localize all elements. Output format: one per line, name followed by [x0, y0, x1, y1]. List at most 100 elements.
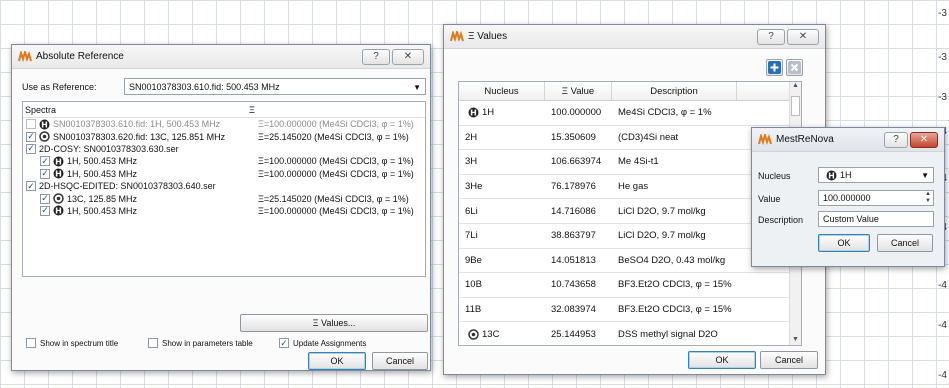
- spectrum-checkbox[interactable]: ✓: [40, 193, 50, 204]
- xi-values-rows: H 1H 100.000000 Me4Si CDCl3, φ = 1% 2H 15.350…: [459, 101, 801, 345]
- reference-select-value: SN0010378303.610.fid: 500.453 MHz: [129, 81, 280, 92]
- spectrum-checkbox[interactable]: ✓: [40, 205, 50, 216]
- help-button[interactable]: ?: [884, 131, 908, 148]
- help-button[interactable]: ?: [362, 48, 390, 65]
- close-button[interactable]: ✕: [392, 48, 424, 65]
- nucleus-cell[interactable]: 10B: [459, 279, 545, 290]
- spectrum-checkbox[interactable]: ✓: [26, 143, 36, 154]
- xi-value-cell[interactable]: 32.083974: [545, 304, 612, 315]
- xi-values-row[interactable]: 6Li 14.716086 LiCl D2O, 9.7 mol/kg: [459, 199, 801, 224]
- xi-values-row[interactable]: 13C 25.144953 DSS methyl signal D2O: [459, 322, 801, 345]
- spectra-tree-row[interactable]: ✓ H 1H, 500.453 MHz Ξ=100.000000 (Me4Si CDC…: [23, 168, 425, 180]
- xi-values-row[interactable]: 9Be 14.051813 BeSO4 D2O, 0.43 mol/kg: [459, 249, 801, 274]
- close-button[interactable]: ✕: [910, 131, 938, 148]
- axis-tick-label: -3: [938, 52, 947, 63]
- ok-button[interactable]: OK: [818, 234, 870, 252]
- delete-value-button[interactable]: [786, 59, 803, 76]
- xi-values-row[interactable]: 11B 32.083974 BF3.Et2O CDCl3, φ = 15%: [459, 298, 801, 323]
- value-column-header[interactable]: Ξ Value: [545, 82, 612, 100]
- description-cell[interactable]: LiCl D2O, 9.7 mol/kg: [612, 230, 737, 241]
- spectrum-checkbox[interactable]: ✓: [26, 181, 36, 192]
- ok-button[interactable]: OK: [688, 351, 756, 369]
- window-title: MestReNova: [776, 134, 834, 145]
- nucleus-cell[interactable]: 7Li: [459, 230, 545, 241]
- proton-nucleus-icon: H: [53, 156, 64, 167]
- xi-values-row[interactable]: 10B 10.743658 BF3.Et2O CDCl3, φ = 15%: [459, 273, 801, 298]
- xi-value-cell[interactable]: 38.863797: [545, 230, 612, 241]
- plus-icon: [768, 61, 781, 74]
- cancel-button[interactable]: Cancel: [877, 234, 933, 252]
- nucleus-cell[interactable]: 11B: [459, 304, 545, 315]
- xi-values-row[interactable]: H 1H 100.000000 Me4Si CDCl3, φ = 1%: [459, 101, 801, 126]
- spectra-tree[interactable]: Spectra Ξ H SN0010378303.610.fid: 1H, 500…: [22, 101, 426, 277]
- description-cell[interactable]: Me4Si CDCl3, φ = 1%: [612, 107, 737, 118]
- spectra-tree-row[interactable]: ✓ H 1H, 500.453 MHz Ξ=100.000000 (Me4Si CDC…: [23, 205, 425, 217]
- value-input[interactable]: 100.000000 ▲ ▼: [818, 190, 934, 206]
- xi-value-cell[interactable]: 76.178976: [545, 181, 612, 192]
- close-button[interactable]: ✕: [787, 28, 819, 45]
- nucleus-select[interactable]: H 1H ▼: [818, 167, 934, 183]
- nucleus-cell[interactable]: 13C: [459, 329, 545, 340]
- show-in-parameters-table-checkbox[interactable]: [148, 338, 158, 348]
- xi-value-cell[interactable]: 15.350609: [545, 132, 612, 143]
- xi-value-cell[interactable]: 10.743658: [545, 279, 612, 290]
- help-button[interactable]: ?: [757, 28, 785, 45]
- spectra-tree-row[interactable]: H SN0010378303.610.fid: 1H, 500.453 MHz Ξ=…: [23, 118, 425, 130]
- description-cell[interactable]: DSS methyl signal D2O: [612, 329, 737, 340]
- spectrum-xi-value: Ξ=100.000000 (Me4Si CDCl3, φ = 1%): [258, 156, 414, 167]
- scroll-up-icon[interactable]: ▲: [790, 82, 801, 94]
- spectrum-checkbox[interactable]: ✓: [40, 168, 50, 179]
- spectrum-checkbox[interactable]: ✓: [40, 156, 50, 167]
- xi-values-row[interactable]: 3H 106.663974 Me 4Si-t1: [459, 150, 801, 175]
- description-cell[interactable]: BeSO4 D2O, 0.43 mol/kg: [612, 255, 737, 266]
- reference-select[interactable]: SN0010378303.610.fid: 500.453 MHz ▼: [124, 78, 426, 95]
- update-assignments-option[interactable]: ✓ Update Assignments: [279, 338, 366, 348]
- spectra-tree-row[interactable]: ✓ 2D-HSQC-EDITED: SN0010378303.640.ser: [23, 180, 425, 192]
- description-cell[interactable]: He gas: [612, 181, 737, 192]
- xi-values-titlebar[interactable]: Ξ Values ? ✕: [444, 25, 825, 49]
- nucleus-cell[interactable]: 2H: [459, 132, 545, 143]
- description-cell[interactable]: Me 4Si-t1: [612, 156, 737, 167]
- nucleus-column-header[interactable]: Nucleus: [459, 82, 545, 100]
- spectra-tree-row[interactable]: ✓ 2D-COSY: SN0010378303.630.ser: [23, 143, 425, 155]
- description-cell[interactable]: (CD3)4Si neat: [612, 132, 737, 143]
- xi-values-row[interactable]: 2H 15.350609 (CD3)4Si neat: [459, 126, 801, 151]
- xi-values-row[interactable]: 3He 76.178976 He gas: [459, 175, 801, 200]
- scrollbar-thumb[interactable]: [791, 96, 800, 116]
- show-in-spectrum-title-checkbox[interactable]: [26, 338, 36, 348]
- show-in-spectrum-title-option[interactable]: Show in spectrum title: [26, 338, 118, 348]
- xi-value-cell[interactable]: 14.716086: [545, 206, 612, 217]
- description-cell[interactable]: BF3.Et2O CDCl3, φ = 15%: [612, 279, 737, 290]
- spectra-tree-row[interactable]: ✓ SN0010378303.620.fid: 13C, 125.851 MHz Ξ…: [23, 130, 425, 142]
- ok-button[interactable]: OK: [308, 352, 366, 370]
- proton-nucleus-icon: H: [826, 170, 837, 180]
- nucleus-cell[interactable]: 3H: [459, 156, 545, 167]
- add-value-button[interactable]: [766, 59, 783, 76]
- xi-value-cell[interactable]: 106.663974: [545, 156, 612, 167]
- scroll-down-icon[interactable]: ▼: [790, 336, 801, 343]
- description-cell[interactable]: LiCl D2O, 9.7 mol/kg: [612, 206, 737, 217]
- xi-value-cell[interactable]: 14.051813: [545, 255, 612, 266]
- xi-value-cell[interactable]: 100.000000: [545, 107, 612, 118]
- nucleus-cell[interactable]: 6Li: [459, 206, 545, 217]
- update-assignments-checkbox[interactable]: ✓: [279, 338, 289, 348]
- cancel-button[interactable]: Cancel: [760, 351, 818, 369]
- description-input[interactable]: Custom Value: [818, 211, 934, 227]
- description-column-header[interactable]: Description: [612, 82, 737, 100]
- nucleus-cell[interactable]: 9Be: [459, 255, 545, 266]
- cancel-button[interactable]: Cancel: [372, 352, 428, 370]
- spectra-tree-row[interactable]: ✓ H 1H, 500.453 MHz Ξ=100.000000 (Me4Si CDC…: [23, 155, 425, 167]
- description-cell[interactable]: BF3.Et2O CDCl3, φ = 15%: [612, 304, 737, 315]
- nucleus-cell[interactable]: 3He: [459, 181, 545, 192]
- spinner-icon[interactable]: ▲ ▼: [925, 191, 931, 205]
- svg-text:H: H: [55, 157, 62, 166]
- show-in-parameters-table-option[interactable]: Show in parameters table: [148, 338, 253, 348]
- xi-value-cell[interactable]: 25.144953: [545, 329, 612, 340]
- custom-value-titlebar[interactable]: MestReNova ? ✕: [752, 128, 944, 152]
- spectrum-checkbox[interactable]: ✓: [26, 131, 36, 142]
- xi-values-button[interactable]: Ξ Values...: [240, 314, 428, 332]
- spectra-tree-row[interactable]: ✓ 13C, 125.85 MHz Ξ=25.145020 (Me4Si CDCl3…: [23, 192, 425, 204]
- xi-values-row[interactable]: 7Li 38.863797 LiCl D2O, 9.7 mol/kg: [459, 224, 801, 249]
- absolute-reference-titlebar[interactable]: Absolute Reference ? ✕: [12, 45, 430, 69]
- nucleus-cell[interactable]: H 1H: [459, 107, 545, 118]
